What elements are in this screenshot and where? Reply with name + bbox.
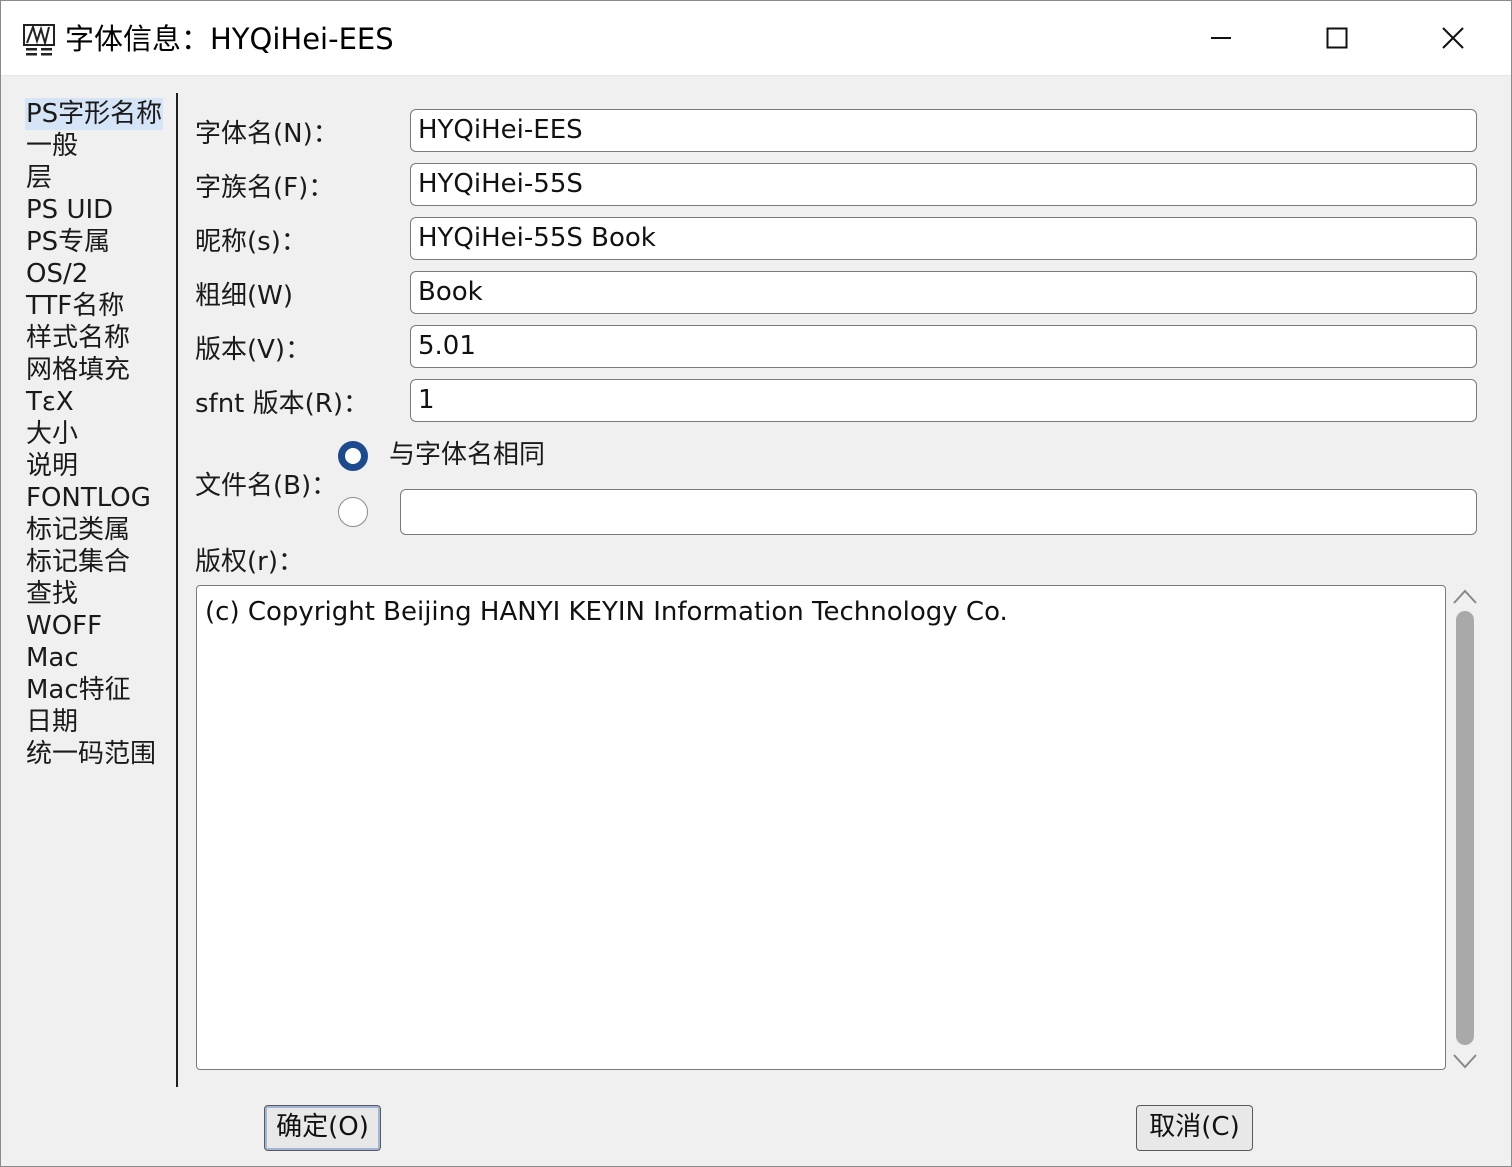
close-icon xyxy=(1442,27,1464,49)
category-item-ps-private[interactable]: PS专属 xyxy=(25,226,173,258)
category-item-mark-sets[interactable]: 标记集合 xyxy=(25,546,173,578)
font-info-dialog: 字体信息：HYQiHei-EES PS字形名称 一般 层 PS UID PS专属… xyxy=(0,0,1512,1167)
familyname-label: 字族名(F)： xyxy=(195,173,335,203)
cancel-button[interactable]: 取消(C) xyxy=(1136,1105,1253,1151)
scroll-up-icon[interactable] xyxy=(1452,587,1478,607)
category-item-tex[interactable]: TεX xyxy=(25,386,173,418)
category-item-mark-classes[interactable]: 标记类属 xyxy=(25,514,173,546)
category-item-mac[interactable]: Mac xyxy=(25,642,173,674)
title-bar: 字体信息：HYQiHei-EES xyxy=(1,1,1511,76)
category-item-general[interactable]: 一般 xyxy=(25,130,173,162)
sfnt-version-label: sfnt 版本(R)： xyxy=(195,389,369,419)
scroll-down-icon[interactable] xyxy=(1452,1051,1478,1071)
familyname-field[interactable]: HYQiHei-55S xyxy=(410,163,1477,206)
category-item-ttf-names[interactable]: TTF名称 xyxy=(25,290,173,322)
scrollbar-thumb[interactable] xyxy=(1456,611,1474,1045)
category-item-woff[interactable]: WOFF xyxy=(25,610,173,642)
copyright-scrollbar[interactable] xyxy=(1449,585,1481,1073)
minimize-icon xyxy=(1211,37,1231,39)
filename-custom-field[interactable] xyxy=(400,489,1477,535)
category-item-lookups[interactable]: 查找 xyxy=(25,578,173,610)
weight-label: 粗细(W) xyxy=(195,281,293,311)
filename-custom-radio[interactable] xyxy=(338,497,368,527)
window-title: 字体信息：HYQiHei-EES xyxy=(65,22,394,56)
category-item-mac-features[interactable]: Mac特征 xyxy=(25,674,173,706)
category-item-style-names[interactable]: 样式名称 xyxy=(25,322,173,354)
copyright-textarea[interactable]: (c) Copyright Beijing HANYI KEYIN Inform… xyxy=(196,585,1446,1070)
weight-field[interactable]: Book xyxy=(410,271,1477,314)
filename-same-label[interactable]: 与字体名相同 xyxy=(389,439,545,471)
category-item-comment[interactable]: 说明 xyxy=(25,450,173,482)
fullname-label: 昵称(s)： xyxy=(195,227,307,257)
pane-divider[interactable] xyxy=(176,93,178,1087)
close-button[interactable] xyxy=(1395,1,1511,75)
fullname-field[interactable]: HYQiHei-55S Book xyxy=(410,217,1477,260)
maximize-button[interactable] xyxy=(1279,1,1395,75)
filename-label: 文件名(B)： xyxy=(195,471,338,501)
copyright-label: 版权(r)： xyxy=(195,547,304,577)
category-item-os2[interactable]: OS/2 xyxy=(25,258,173,290)
category-item-ps-uid[interactable]: PS UID xyxy=(25,194,173,226)
filename-same-radio[interactable] xyxy=(338,441,368,471)
version-label: 版本(V)： xyxy=(195,335,312,365)
category-item-layers[interactable]: 层 xyxy=(25,162,173,194)
version-field[interactable]: 5.01 xyxy=(410,325,1477,368)
category-item-dates[interactable]: 日期 xyxy=(25,706,173,738)
minimize-button[interactable] xyxy=(1163,1,1279,75)
fontname-label: 字体名(N)： xyxy=(195,119,339,149)
category-item-ps-names[interactable]: PS字形名称 xyxy=(25,98,164,130)
category-item-unicode-ranges[interactable]: 统一码范围 xyxy=(25,738,173,770)
ok-button[interactable]: 确定(O) xyxy=(264,1105,381,1151)
maximize-icon xyxy=(1326,27,1348,49)
fontname-field[interactable]: HYQiHei-EES xyxy=(410,109,1477,152)
category-item-fontlog[interactable]: FONTLOG xyxy=(25,482,173,514)
category-list: PS字形名称 一般 层 PS UID PS专属 OS/2 TTF名称 样式名称 … xyxy=(25,98,173,770)
sfnt-version-field[interactable]: 1 xyxy=(410,379,1477,422)
app-icon xyxy=(23,23,55,56)
category-item-size[interactable]: 大小 xyxy=(25,418,173,450)
category-item-gasp[interactable]: 网格填充 xyxy=(25,354,173,386)
